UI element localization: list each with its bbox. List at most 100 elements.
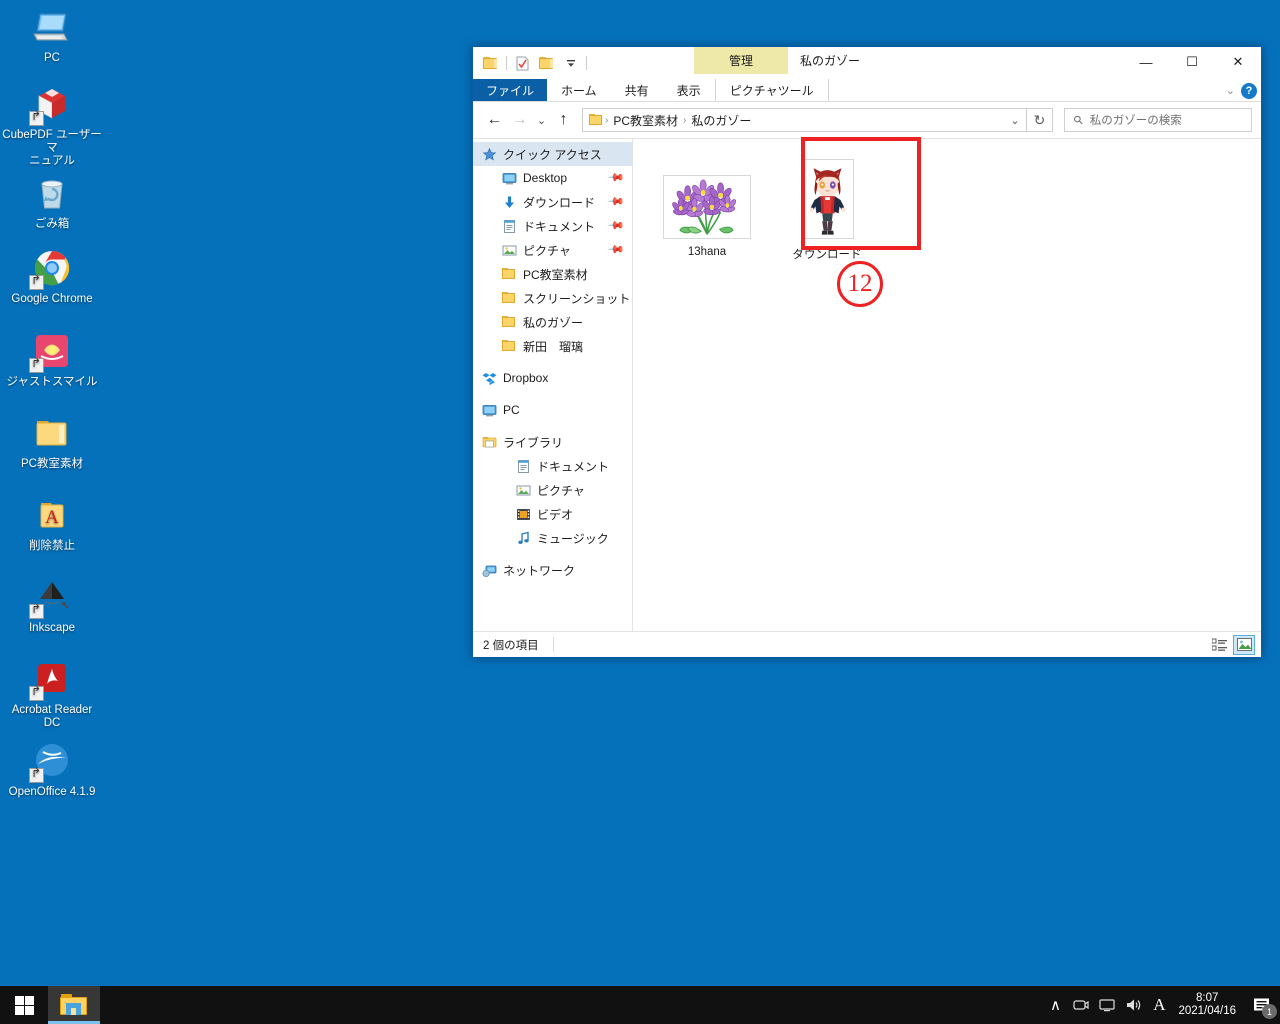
sidebar-item-pictures[interactable]: ピクチャ 📌 <box>473 238 632 262</box>
clock[interactable]: 8:07 2021/04/16 <box>1172 992 1244 1018</box>
sidebar-item-pc[interactable]: PC <box>473 398 632 422</box>
properties-icon[interactable] <box>512 53 533 74</box>
breadcrumb-separator: › <box>605 114 609 126</box>
tab-picture-tools[interactable]: ピクチャツール <box>714 79 829 101</box>
address-dropdown-icon[interactable]: ⌄ <box>1004 109 1026 131</box>
sidebar-item-quick-access[interactable]: クイック アクセス <box>473 142 632 166</box>
sidebar-item-label: ピクチャ <box>523 243 571 258</box>
help-button[interactable]: ? <box>1241 82 1257 99</box>
taskbar-item-file-explorer[interactable] <box>48 986 100 1024</box>
sidebar-item-libraries[interactable]: ライブラリ <box>473 430 632 454</box>
sidebar-item-label: スクリーンショット <box>523 291 631 306</box>
volume-icon[interactable] <box>1120 986 1146 1024</box>
desktop-icon-google-chrome[interactable]: Google Chrome <box>0 247 104 306</box>
window-controls[interactable]: — ☐ ✕ <box>1123 47 1261 77</box>
recent-locations-icon[interactable]: ⌄ <box>532 107 551 133</box>
sidebar-item-nitta-ruri[interactable]: 新田 瑠璃 <box>473 334 632 358</box>
folder-icon[interactable] <box>480 53 501 74</box>
system-tray[interactable]: ∧ A 8:07 2021/04/16 1 <box>1042 986 1280 1024</box>
file-item-download[interactable]: ダウンロード <box>767 153 887 262</box>
desktop-icon-label: Inkscape <box>28 622 76 634</box>
sidebar-item-label: ビデオ <box>537 507 574 522</box>
window-titlebar[interactable]: 管理 私のガゾー — ☐ ✕ <box>473 47 1261 79</box>
file-item-13hana[interactable]: 13hana <box>647 153 767 262</box>
pin-icon[interactable]: 📌 <box>607 168 626 187</box>
file-explorer-window[interactable]: 管理 私のガゾー — ☐ ✕ ファイル ホーム 共有 表示 ピクチャツール ⌄ … <box>472 46 1262 658</box>
breadcrumb-item-2[interactable]: 私のガゾー <box>688 112 754 129</box>
sidebar-item-library-documents[interactable]: ドキュメント <box>473 454 632 478</box>
tab-file[interactable]: ファイル <box>473 79 548 101</box>
desktop-icon-openoffice[interactable]: OpenOffice 4.1.9 <box>0 740 104 799</box>
search-icon: ⚲ <box>1070 111 1087 129</box>
sidebar-item-dropbox[interactable]: Dropbox <box>473 366 632 390</box>
customize-dropdown-icon[interactable] <box>560 53 581 74</box>
large-icons-view-button[interactable] <box>1233 634 1255 655</box>
address-bar[interactable]: › PC教室素材 › 私のガゾー ⌄ <box>582 108 1027 132</box>
chevron-down-icon[interactable]: ⌄ <box>1226 84 1235 97</box>
sidebar-item-desktop[interactable]: Desktop 📌 <box>473 166 632 190</box>
sidebar-item-documents[interactable]: ドキュメント 📌 <box>473 214 632 238</box>
desktop-icon-pc[interactable]: PC <box>0 6 104 65</box>
sidebar-item-pc-classroom[interactable]: PC教室素材 <box>473 262 632 286</box>
details-view-button[interactable] <box>1209 635 1231 655</box>
sidebar-item-library-videos[interactable]: ビデオ <box>473 502 632 526</box>
folder-icon <box>60 994 88 1016</box>
show-hidden-icons-chevron[interactable]: ∧ <box>1042 986 1068 1024</box>
new-folder-icon[interactable] <box>536 53 557 74</box>
view-mode-buttons[interactable] <box>1209 634 1255 655</box>
forward-button[interactable]: → <box>507 107 532 133</box>
maximize-button[interactable]: ☐ <box>1169 47 1215 77</box>
tab-share[interactable]: 共有 <box>611 79 663 101</box>
refresh-button[interactable]: ↻ <box>1027 108 1053 132</box>
desktop-icon-acrobat-reader[interactable]: Acrobat Reader DC <box>0 658 104 730</box>
search-input[interactable]: ⚲ 私のガゾーの検索 <box>1064 108 1252 132</box>
folder-icon <box>589 114 603 126</box>
desktop-icon-inkscape[interactable]: Inkscape <box>0 576 104 635</box>
quick-access-toolbar[interactable] <box>473 47 589 79</box>
ribbon-tab-bar[interactable]: ファイル ホーム 共有 表示 ピクチャツール ⌄ ? <box>473 79 1261 102</box>
display-icon[interactable] <box>1094 986 1120 1024</box>
shortcut-overlay-icon <box>29 768 44 783</box>
ribbon-right-controls[interactable]: ⌄ ? <box>1226 79 1257 102</box>
status-bar: 2 個の項目 <box>473 631 1261 657</box>
breadcrumb-item-1[interactable]: PC教室素材 <box>610 112 681 129</box>
navigation-bar[interactable]: ← → ⌄ ↑ › PC教室素材 › 私のガゾー ⌄ ↻ ⚲ 私のガゾーの検索 <box>473 102 1261 138</box>
pin-icon[interactable]: 📌 <box>607 192 626 211</box>
desktop-icon-recycle-bin[interactable]: ごみ箱 <box>0 172 104 231</box>
camera-icon[interactable] <box>1068 986 1094 1024</box>
computer-icon <box>31 6 73 48</box>
taskbar[interactable]: ∧ A 8:07 2021/04/16 1 <box>0 986 1280 1024</box>
desktop-icon-pc-classroom-folder[interactable]: PC教室素材 <box>0 412 104 471</box>
contextual-tab-manage[interactable]: 管理 <box>694 47 788 74</box>
pin-icon[interactable]: 📌 <box>607 240 626 259</box>
start-button[interactable] <box>0 986 48 1024</box>
tab-view[interactable]: 表示 <box>663 79 715 101</box>
sidebar-item-label: PC教室素材 <box>523 267 588 282</box>
ime-indicator[interactable]: A <box>1146 986 1172 1024</box>
back-button[interactable]: ← <box>482 107 507 133</box>
sidebar-item-screenshots[interactable]: スクリーンショット <box>473 286 632 310</box>
navigation-pane[interactable]: クイック アクセス Desktop 📌 ダウンロード 📌 ドキュメント 📌 ピク… <box>473 139 633 631</box>
sidebar-item-label: ライブラリ <box>503 435 564 450</box>
desktop-icon-no-delete-folder[interactable]: A 削除禁止 <box>0 494 104 553</box>
minimize-button[interactable]: — <box>1123 47 1169 77</box>
up-button[interactable]: ↑ <box>551 107 576 133</box>
music-icon <box>515 530 531 546</box>
pin-icon[interactable]: 📌 <box>607 216 626 235</box>
sidebar-item-library-pictures[interactable]: ピクチャ <box>473 478 632 502</box>
sidebar-item-library-music[interactable]: ミュージック <box>473 526 632 550</box>
library-icon <box>481 434 497 450</box>
tab-home[interactable]: ホーム <box>547 79 611 101</box>
sidebar-item-downloads[interactable]: ダウンロード 📌 <box>473 190 632 214</box>
notification-center-button[interactable]: 1 <box>1244 986 1280 1024</box>
toolbar-separator <box>586 56 587 70</box>
desktop-icon-cubepdf[interactable]: CubePDF ユーザーマ ニュアル <box>0 83 104 168</box>
file-list-area[interactable]: 13hana ダウンロード 12 <box>633 137 1261 631</box>
sidebar-item-network[interactable]: ネットワーク <box>473 558 632 582</box>
desktop-icon-justsmile[interactable]: ジャストスマイル <box>0 330 104 389</box>
desktop-icon-label: ジャストスマイル <box>6 376 98 388</box>
close-button[interactable]: ✕ <box>1215 47 1261 77</box>
clock-date: 2021/04/16 <box>1178 1005 1236 1017</box>
sidebar-item-my-images[interactable]: 私のガゾー <box>473 310 632 334</box>
item-count-label: 2 個の項目 <box>483 639 539 652</box>
